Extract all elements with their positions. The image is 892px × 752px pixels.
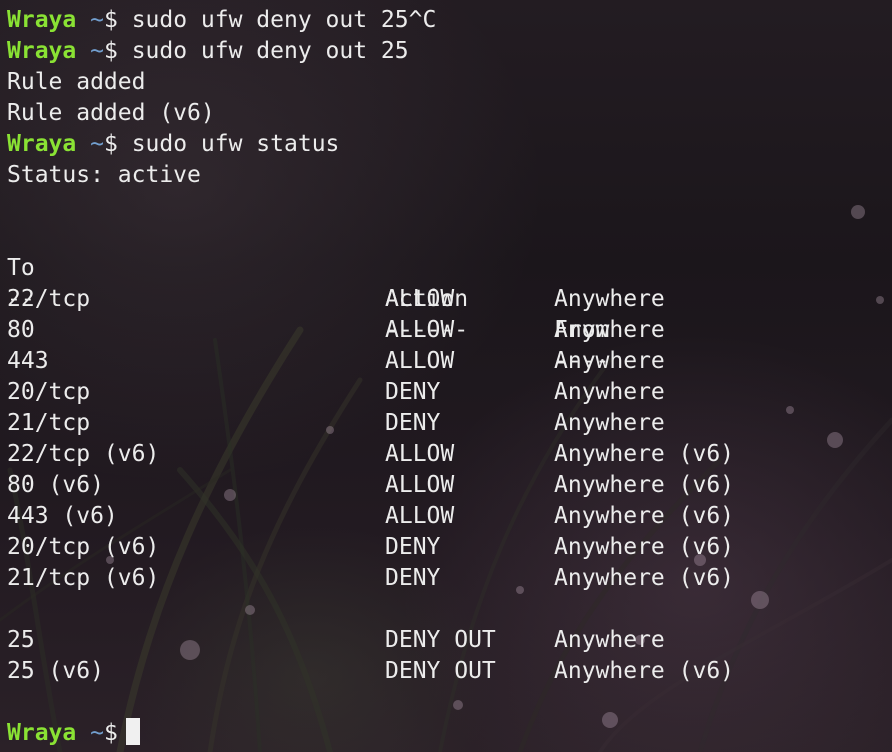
rule-from: Anywhere [554, 317, 665, 343]
prompt-path: ~ [90, 38, 104, 64]
rule-from: Anywhere (v6) [554, 534, 735, 560]
rule-from: Anywhere (v6) [554, 658, 735, 684]
table-row: 21/tcp (v6) DENY Anywhere (v6) [7, 563, 892, 594]
table-row: 22/tcp ALLOW Anywhere [7, 284, 892, 315]
rule-from: Anywhere [554, 379, 665, 405]
table-header: To Action From [7, 222, 892, 343]
prompt-user: Wraya [7, 7, 77, 33]
rule-action: DENY OUT [385, 627, 496, 653]
prompt-symbol: $ [103, 38, 118, 64]
rule-action: ALLOW [385, 441, 455, 467]
rule-to: 20/tcp [7, 379, 91, 405]
active-prompt[interactable]: Wraya ~$ [7, 718, 892, 749]
rule-to: 22/tcp (v6) [7, 441, 160, 467]
table-row: 22/tcp (v6) ALLOW Anywhere (v6) [7, 439, 892, 470]
status-line: Status: active [7, 162, 201, 188]
command-line: Wraya ~$ sudo ufw status [7, 129, 892, 160]
rule-action: DENY [385, 534, 441, 560]
table-row: 21/tcp DENY Anywhere [7, 408, 892, 439]
output-line: Rule added [7, 69, 146, 95]
text-cursor[interactable] [125, 718, 140, 745]
terminal-output[interactable]: Wraya ~$ sudo ufw deny out 25^C Wraya ~$… [7, 5, 892, 752]
rule-action: DENY [385, 410, 441, 436]
table-row: 20/tcp (v6) DENY Anywhere (v6) [7, 532, 892, 563]
rule-from: Anywhere (v6) [554, 472, 735, 498]
rule-action: DENY OUT [385, 658, 496, 684]
rule-from: Anywhere [554, 348, 665, 374]
command-line: Wraya ~$ sudo ufw deny out 25 [7, 36, 892, 67]
rule-action: DENY [385, 379, 441, 405]
rule-from: Anywhere [554, 627, 665, 653]
rule-from: Anywhere [554, 410, 665, 436]
prompt-symbol: $ [103, 131, 118, 157]
rule-action: ALLOW [385, 286, 455, 312]
rule-to: 22/tcp [7, 286, 91, 312]
rule-from: Anywhere (v6) [554, 441, 735, 467]
prompt-user: Wraya [7, 131, 77, 157]
output-line: Rule added (v6) [7, 100, 215, 126]
table-row-out: 25 (v6) DENY OUT Anywhere (v6) [7, 656, 892, 687]
prompt-symbol: $ [103, 7, 118, 33]
rule-to: 25 [7, 627, 35, 653]
rule-to: 25 (v6) [7, 658, 104, 684]
table-row: 80 (v6) ALLOW Anywhere (v6) [7, 470, 892, 501]
rule-action: ALLOW [385, 503, 455, 529]
rule-to: 20/tcp (v6) [7, 534, 160, 560]
command-text: sudo ufw deny out 25 [131, 38, 409, 64]
rule-action: DENY [385, 565, 441, 591]
rule-from: Anywhere [554, 286, 665, 312]
rule-action: ALLOW [385, 348, 455, 374]
table-row: 443 (v6) ALLOW Anywhere (v6) [7, 501, 892, 532]
rule-from: Anywhere (v6) [554, 503, 735, 529]
prompt-path: ~ [90, 720, 104, 746]
rule-to: 80 (v6) [7, 472, 104, 498]
table-row: 443 ALLOW Anywhere [7, 346, 892, 377]
command-text: sudo ufw status [131, 131, 340, 157]
rule-to: 21/tcp [7, 410, 91, 436]
command-text: sudo ufw deny out 25^C [131, 7, 437, 33]
rule-action: ALLOW [385, 317, 455, 343]
rule-to: 80 [7, 317, 35, 343]
rule-to: 21/tcp (v6) [7, 565, 160, 591]
rule-from: Anywhere (v6) [554, 565, 735, 591]
prompt-symbol: $ [103, 720, 118, 746]
table-row: 80 ALLOW Anywhere [7, 315, 892, 346]
prompt-path: ~ [90, 131, 104, 157]
rule-to: 443 (v6) [7, 503, 118, 529]
table-separator: -- ------ ---- [7, 253, 892, 374]
table-row-out: 25 DENY OUT Anywhere [7, 625, 892, 656]
prompt-user: Wraya [7, 720, 77, 746]
rule-to: 443 [7, 348, 49, 374]
table-row: 20/tcp DENY Anywhere [7, 377, 892, 408]
prompt-user: Wraya [7, 38, 77, 64]
command-line: Wraya ~$ sudo ufw deny out 25^C [7, 5, 892, 36]
prompt-path: ~ [90, 7, 104, 33]
rule-action: ALLOW [385, 472, 455, 498]
